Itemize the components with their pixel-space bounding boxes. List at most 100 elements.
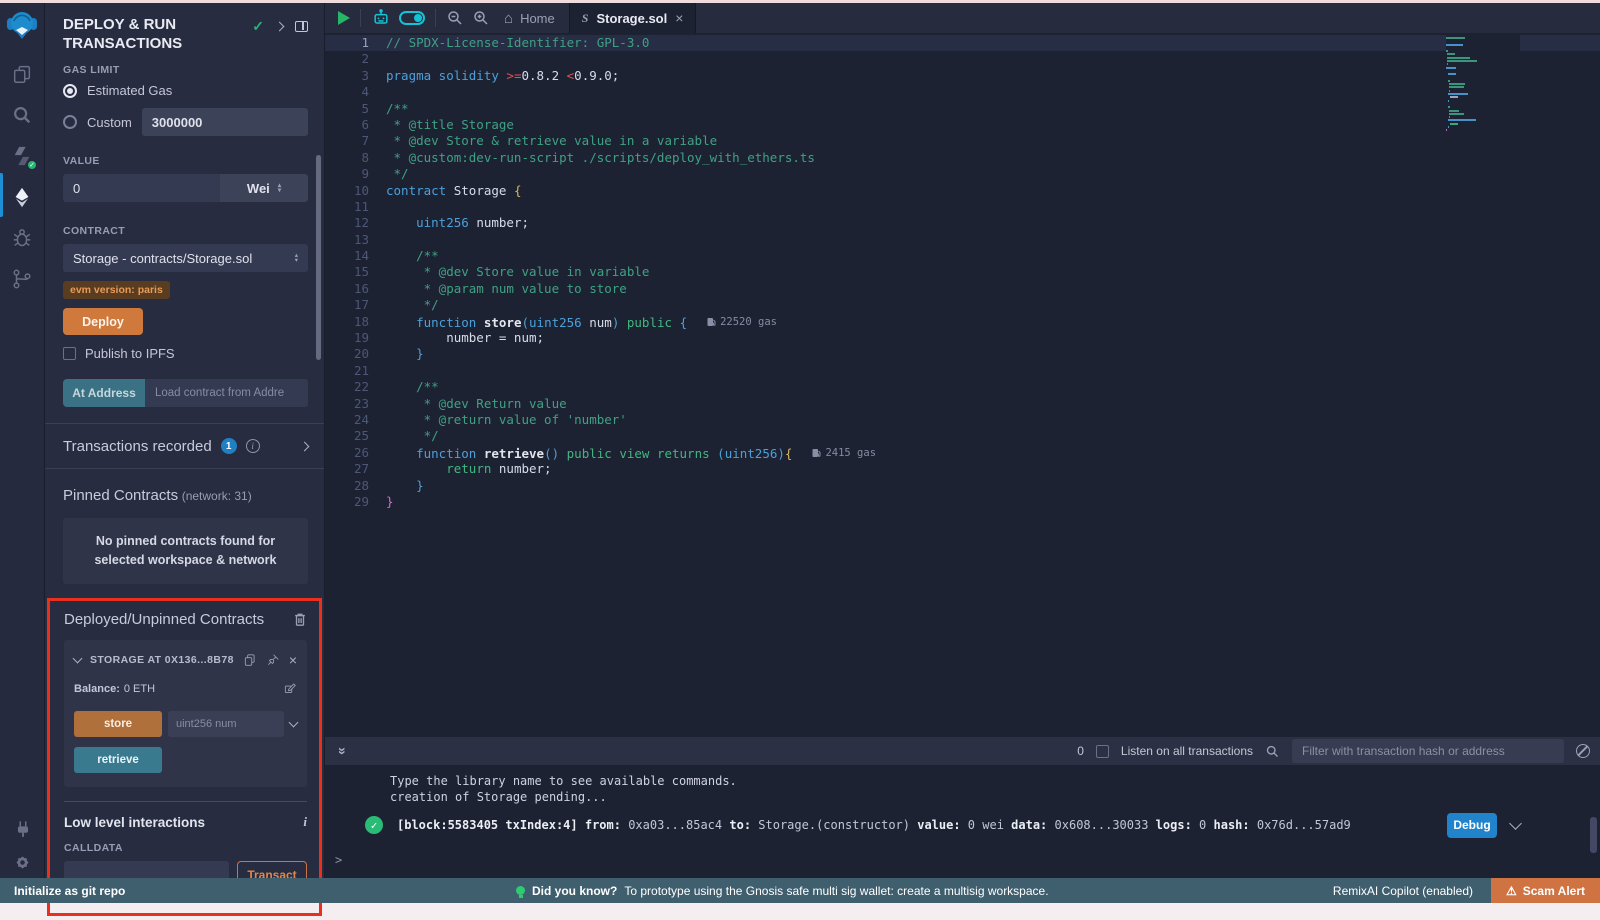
plugin-manager-icon[interactable] [11,818,35,842]
line-number: 14 [339,248,369,264]
at-address-input[interactable] [145,379,308,407]
transactions-info-icon[interactable]: i [246,439,260,453]
code-text: * @dev Store & retrieve value in a varia… [386,133,717,149]
contract-select[interactable]: Storage - contracts/Storage.sol ▴▾ [63,244,308,272]
deploy-run-icon[interactable] [10,185,34,209]
code-line: 10contract Storage { [325,183,1600,199]
balance-value: 0 ETH [124,683,155,695]
terminal-prompt[interactable]: > [325,853,1600,867]
solidity-compiler-icon[interactable]: ✓ [10,144,34,168]
git-icon[interactable] [10,267,34,291]
deployed-title: Deployed/Unpinned Contracts [64,611,264,628]
instance-collapse-icon[interactable] [73,654,83,664]
zoom-out-icon[interactable] [446,9,464,27]
expand-args-icon[interactable] [289,718,299,728]
listen-all-checkbox[interactable] [1096,745,1109,758]
store-arg-input[interactable] [168,711,284,737]
trash-icon[interactable] [293,612,307,627]
custom-gas-radio[interactable] [63,115,77,129]
copy-address-icon[interactable] [243,653,257,667]
terminal-collapse-icon[interactable]: » [335,747,351,755]
search-icon[interactable] [10,103,34,127]
contract-selected-value: Storage - contracts/Storage.sol [73,251,252,266]
code-editor[interactable]: 1// SPDX-License-Identifier: GPL-3.023pr… [325,33,1600,737]
ai-copilot-robot-icon[interactable] [371,8,391,28]
publish-ipfs-checkbox[interactable] [63,347,76,360]
panel-forward-icon[interactable] [275,22,285,32]
app: ✓ DEPLOY & RUN TRANSACTIONS ✓ [0,3,1600,878]
line-number: 20 [339,346,369,362]
line-number: 22 [339,379,369,395]
transaction-log-row[interactable]: ✓ [block:5583405 txIndex:4] from: 0xa03.… [325,811,1600,839]
close-instance-icon[interactable]: × [289,652,297,668]
edit-balance-icon[interactable] [283,682,297,696]
run-script-icon[interactable] [338,11,350,25]
code-line: 13 [325,232,1600,248]
code-text: * @title Storage [386,117,514,133]
tx-filter-input[interactable] [1292,739,1564,763]
code-text: // SPDX-License-Identifier: GPL-3.0 [386,35,649,51]
tab-storage-sol[interactable]: S Storage.sol × [569,3,697,33]
estimated-gas-option[interactable]: Estimated Gas [45,83,324,98]
terminal-scrollbar[interactable] [1590,817,1597,853]
clear-console-icon[interactable] [1576,744,1590,758]
debugger-icon[interactable] [10,226,34,250]
estimated-gas-label: Estimated Gas [87,83,172,98]
transactions-expand-icon[interactable] [300,441,310,451]
calldata-label: CALLDATA [64,842,123,854]
copilot-status[interactable]: RemixAI Copilot (enabled) [1333,884,1473,898]
terminal-bar: » 0 Listen on all transactions [325,737,1600,765]
terminal-body[interactable]: Type the library name to see available c… [325,765,1600,878]
line-number: 15 [339,264,369,280]
terminal-search-icon [1265,744,1280,759]
settings-gear-icon[interactable] [11,850,35,874]
retrieve-function-button[interactable]: retrieve [74,747,162,773]
zoom-in-icon[interactable] [472,9,490,27]
tab-home[interactable]: ⌂ Home [490,10,569,27]
line-number: 10 [339,183,369,199]
home-label: Home [520,11,555,26]
scam-alert-button[interactable]: ⚠ Scam Alert [1491,878,1600,903]
line-number: 9 [339,166,369,182]
code-line: 12 uint256 number; [325,215,1600,231]
line-number: 8 [339,150,369,166]
line-number: 17 [339,297,369,313]
terminal-line: Type the library name to see available c… [390,773,1600,789]
code-text: } [386,346,424,362]
git-init-status[interactable]: Initialize as git repo [0,884,125,898]
minimap[interactable] [1446,35,1520,133]
custom-gas-label: Custom [87,115,132,130]
line-number: 26 [339,445,369,461]
store-function-button[interactable]: store [74,711,162,737]
tx-expand-icon[interactable] [1509,817,1522,830]
remix-logo-icon[interactable] [5,8,39,45]
code-line: 17 */ [325,297,1600,313]
line-number: 19 [339,330,369,346]
estimated-gas-radio[interactable] [63,84,77,98]
file-explorer-icon[interactable] [10,62,34,86]
at-address-button[interactable]: At Address [63,379,145,407]
deployed-contracts-section: Deployed/Unpinned Contracts STORAGE AT 0… [47,598,322,916]
pin-instance-icon[interactable] [266,653,280,667]
line-number: 11 [339,199,369,215]
panel-scrollbar[interactable] [316,155,321,360]
code-line: 2 [325,51,1600,67]
main-area: ⌂ Home S Storage.sol × 1// SPDX-License-… [325,3,1600,878]
did-you-know-tip: Did you know? To prototype using the Gno… [516,884,1049,898]
deploy-button[interactable]: Deploy [63,308,143,335]
gas-estimate-annotation: 22520 gas [707,314,777,330]
copilot-toggle[interactable] [399,11,425,25]
lowlevel-info-icon[interactable]: i [303,814,307,830]
value-unit-select[interactable]: Wei ▴▾ [220,174,308,202]
custom-gas-input[interactable] [142,108,308,136]
transactions-recorded-label: Transactions recorded [63,438,212,455]
debug-button[interactable]: Debug [1447,813,1497,838]
code-text: */ [386,428,439,444]
value-input[interactable] [63,174,220,202]
tab-close-icon[interactable]: × [675,10,683,26]
panel-pin-view-icon[interactable] [295,21,308,32]
code-line: 14 /** [325,248,1600,264]
code-text: */ [386,297,439,313]
line-number: 23 [339,396,369,412]
panel-check-icon: ✓ [252,18,264,35]
